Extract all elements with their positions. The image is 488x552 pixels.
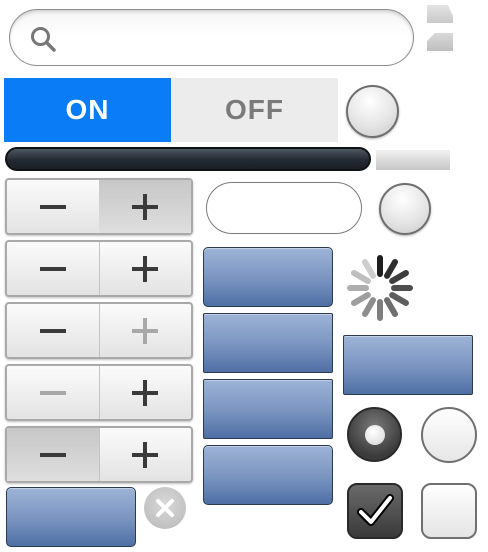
spinner-spoke [389,292,409,306]
increment-button[interactable] [99,428,191,481]
spinner-spoke [362,297,376,317]
stepper [5,364,193,421]
blue-button[interactable] [203,445,333,505]
increment-button[interactable] [99,366,191,419]
text-field[interactable] [206,182,362,234]
decrement-button[interactable] [7,304,100,357]
spinner-spoke [351,270,371,284]
plus-icon [132,255,158,282]
toggle-on-segment[interactable]: ON [4,78,171,142]
increment-button[interactable] [99,180,191,233]
increment-button[interactable] [99,242,191,295]
slider-track-light[interactable] [376,150,450,170]
plus-icon [132,379,158,406]
minus-icon [40,266,66,271]
decrement-button-disabled [7,366,100,419]
blue-button[interactable] [203,313,333,373]
close-icon [156,499,174,517]
increment-button-disabled [99,304,191,357]
page-flip-down-tab[interactable] [427,33,453,51]
checkbox-checked[interactable] [347,483,403,539]
clear-button[interactable] [144,487,186,529]
plus-icon [132,193,158,220]
checkmark-icon [357,494,394,526]
minus-icon [40,328,66,333]
slider-track[interactable] [5,147,371,171]
toggle-on-label: ON [65,94,110,125]
decrement-button[interactable] [7,180,100,233]
blue-button[interactable] [203,379,333,439]
spinner-spoke [389,270,409,284]
checkbox[interactable] [421,483,477,539]
text-input[interactable] [225,191,349,227]
search-field[interactable] [9,9,414,66]
round-button[interactable] [379,183,431,235]
spinner-spoke [384,297,398,317]
stepper [5,302,193,359]
loading-spinner-icon [347,255,413,321]
spinner-spoke [384,259,398,279]
radio-button[interactable] [421,407,477,463]
toggle-off-segment[interactable]: OFF [171,78,338,142]
search-input[interactable] [70,20,404,58]
minus-icon [40,390,66,395]
toggle-off-label: OFF [225,94,284,125]
page-flip-up-tab[interactable] [427,5,453,23]
radio-button-selected[interactable] [347,407,402,462]
radio-dot-icon [364,424,385,445]
round-button[interactable] [346,85,399,138]
spinner-spoke [362,259,376,279]
blue-button[interactable] [6,487,136,547]
blue-button[interactable] [203,247,333,307]
blue-button[interactable] [343,335,473,395]
minus-icon [40,452,66,457]
stepper [5,178,193,235]
spinner-spoke [351,292,371,306]
plus-icon [132,317,158,344]
minus-icon [40,204,66,209]
decrement-button[interactable] [7,428,100,481]
stepper [5,240,193,297]
decrement-button[interactable] [7,242,100,295]
stepper [5,426,193,483]
search-icon [31,27,56,52]
plus-icon [132,441,158,468]
